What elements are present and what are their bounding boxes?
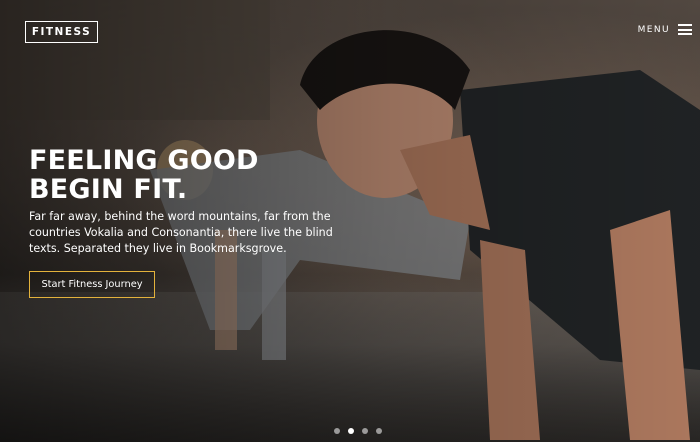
menu-button[interactable]: MENU	[638, 24, 692, 35]
headline-line-2: BEGIN FIT.	[29, 174, 188, 205]
carousel-dot[interactable]	[362, 428, 368, 434]
hamburger-menu-icon	[678, 24, 692, 35]
carousel-dot[interactable]	[348, 428, 354, 434]
carousel-dots	[334, 428, 382, 434]
menu-label: MENU	[637, 24, 670, 35]
hero-headline: FEELING GOOD BEGIN FIT.	[29, 146, 349, 204]
start-journey-button[interactable]: Start Fitness Journey	[29, 271, 155, 298]
hero-description: Far far away, behind the word mountains,…	[29, 210, 333, 255]
headline-line-1: FEELING GOOD	[29, 145, 259, 176]
carousel-dot[interactable]	[334, 428, 340, 434]
cta-label: Start Fitness Journey	[41, 279, 143, 290]
logo-text: FITNESS	[31, 26, 92, 38]
hero-section: FITNESS MENU FEELING GOOD BEGIN FIT. Far…	[0, 0, 700, 442]
site-logo[interactable]: FITNESS	[25, 21, 98, 43]
carousel-dot[interactable]	[376, 428, 382, 434]
